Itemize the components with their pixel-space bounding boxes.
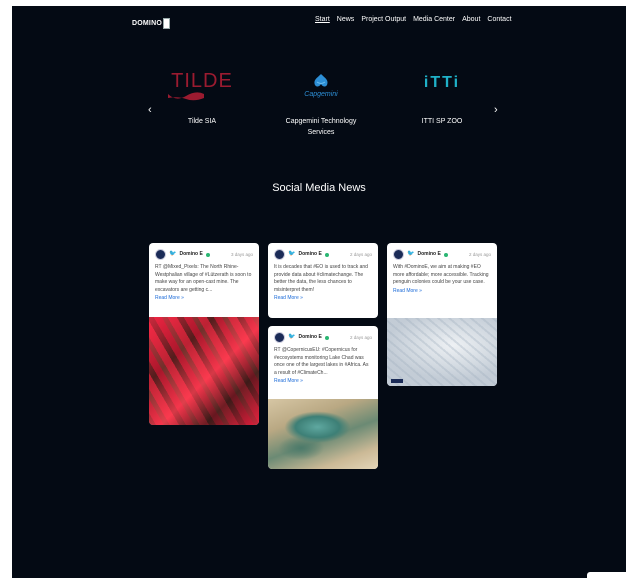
site-logo[interactable]: DOMINO <box>132 18 170 29</box>
partner-itti[interactable]: iTTi ITTI SP ZOO <box>407 70 477 127</box>
post-header: 🐦 Domino E 2 days ago <box>268 243 378 262</box>
nav-news[interactable]: News <box>337 16 355 23</box>
verified-icon <box>324 335 329 340</box>
post-card[interactable]: 🐦 Domino E 2 days ago With #DominoE, we … <box>387 243 497 386</box>
post-header: 🐦 Domino E 3 days ago <box>149 243 259 262</box>
nav-contact[interactable]: Contact <box>487 16 511 23</box>
bottom-button[interactable] <box>587 572 635 578</box>
post-time: 2 days ago <box>349 251 372 257</box>
partner-tilde[interactable]: TILDE Tilde SIA <box>162 70 242 127</box>
post-text: With #DominoE, we aim at making #EO more… <box>393 264 489 285</box>
carousel-prev-icon[interactable]: ‹ <box>148 104 152 116</box>
twitter-bird-icon: 🐦 <box>288 250 296 257</box>
post-image[interactable] <box>149 317 259 425</box>
post-author: Domino E <box>298 333 322 340</box>
tilde-wave-icon <box>168 92 204 101</box>
partner-name: ITTI SP ZOO <box>421 118 463 125</box>
post-text: RT @Mixed_Pixels: The North Rhine-Westph… <box>155 264 252 293</box>
tilde-logo-text: TILDE <box>171 70 233 92</box>
partner-name: Capgemini Technology Services <box>285 118 357 136</box>
post-card[interactable]: 🐦 Domino E 3 days ago RT @Mixed_Pixels: … <box>149 243 259 425</box>
section-title: Social Media News <box>272 182 366 194</box>
read-more-link[interactable]: Read More » <box>268 378 378 386</box>
nav-about[interactable]: About <box>462 16 480 23</box>
avatar <box>274 249 285 260</box>
post-text: It is decades that #EO is used to track … <box>274 264 368 293</box>
main-nav: Start News Project Output Media Center A… <box>315 16 512 23</box>
logo-mark-icon <box>162 18 170 29</box>
post-image[interactable] <box>387 318 497 386</box>
twitter-bird-icon: 🐦 <box>288 333 296 340</box>
post-time: 2 days ago <box>468 251 491 257</box>
post-author: Domino E <box>298 250 322 257</box>
partner-capgemini[interactable]: Capgemini Capgemini Technology Services <box>276 70 366 138</box>
post-author: Domino E <box>179 250 203 257</box>
itti-logo: iTTi <box>423 74 461 91</box>
tilde-logo: TILDE <box>162 70 242 104</box>
nav-media-center[interactable]: Media Center <box>413 16 455 23</box>
post-card[interactable]: 🐦 Domino E 2 days ago RT @CopernicusEU: … <box>268 326 378 469</box>
read-more-link[interactable]: Read More » <box>387 288 497 296</box>
page: DOMINO Start News Project Output Media C… <box>12 6 626 578</box>
twitter-bird-icon: 🐦 <box>169 250 177 257</box>
verified-icon <box>324 252 329 257</box>
capgemini-logo: Capgemini <box>276 70 366 104</box>
post-card[interactable]: 🐦 Domino E 2 days ago It is decades that… <box>268 243 378 318</box>
logo-text: DOMINO <box>132 20 162 27</box>
carousel-next-icon[interactable]: › <box>494 104 498 116</box>
eu-flag-icon <box>391 379 403 383</box>
nav-start[interactable]: Start <box>315 16 330 23</box>
verified-icon <box>443 252 448 257</box>
post-header: 🐦 Domino E 2 days ago <box>268 326 378 345</box>
partner-name: Tilde SIA <box>187 118 217 125</box>
capgemini-spade-icon <box>314 74 328 87</box>
post-text: RT @CopernicusEU: #Copernicus for #ecosy… <box>274 347 369 376</box>
avatar <box>155 249 166 260</box>
avatar <box>393 249 404 260</box>
twitter-bird-icon: 🐦 <box>407 250 415 257</box>
read-more-link[interactable]: Read More » <box>149 295 259 303</box>
nav-project-output[interactable]: Project Output <box>361 16 406 23</box>
verified-icon <box>205 252 210 257</box>
avatar <box>274 332 285 343</box>
post-image[interactable] <box>268 399 378 469</box>
post-header: 🐦 Domino E 2 days ago <box>387 243 497 262</box>
capgemini-logo-text: Capgemini <box>304 91 338 98</box>
post-time: 2 days ago <box>349 334 372 340</box>
post-author: Domino E <box>417 250 441 257</box>
post-time: 3 days ago <box>230 251 253 257</box>
read-more-link[interactable]: Read More » <box>268 295 378 303</box>
